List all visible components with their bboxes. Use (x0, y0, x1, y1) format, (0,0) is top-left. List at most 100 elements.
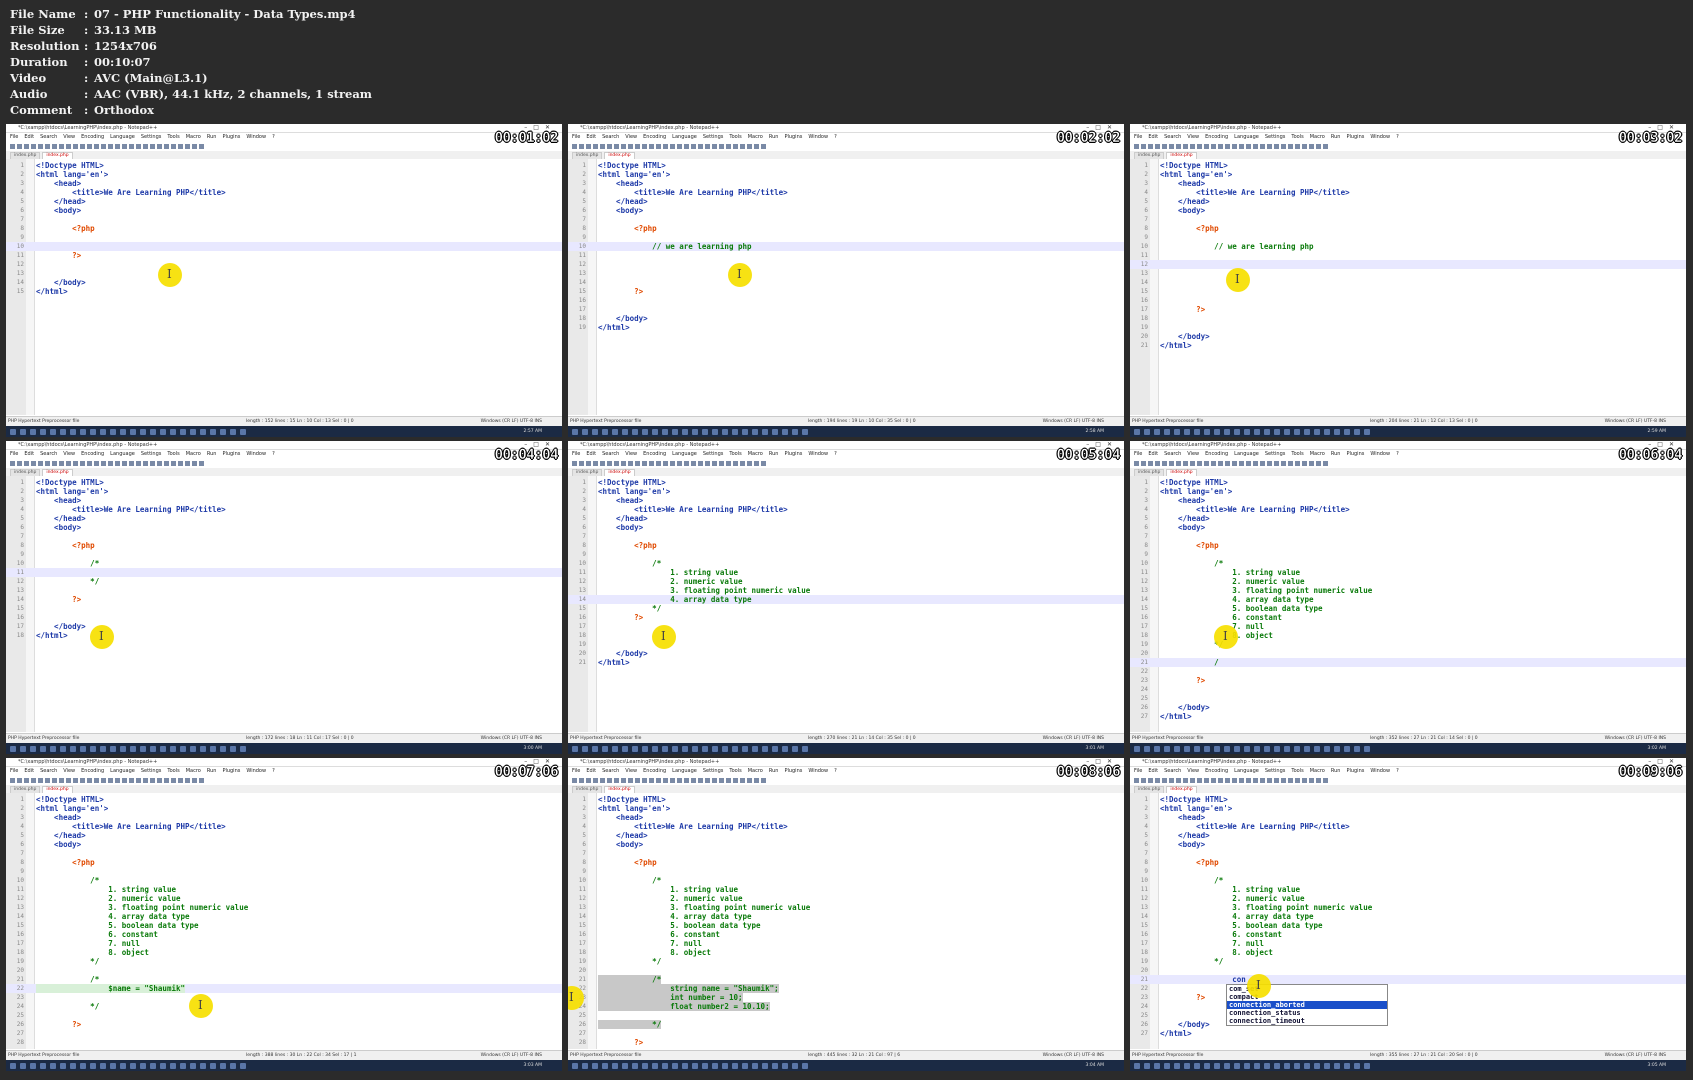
file-tab[interactable]: index.php (1166, 152, 1197, 159)
toolbar-icon[interactable] (1183, 778, 1188, 783)
toolbar-icon[interactable] (136, 461, 141, 466)
menu-item[interactable]: Language (110, 768, 135, 774)
toolbar-icon[interactable] (122, 144, 127, 149)
toolbar-icon[interactable] (129, 778, 134, 783)
code-line[interactable]: 8 <?php (6, 858, 562, 867)
taskbar-icon[interactable] (1164, 428, 1170, 435)
toolbar-icon[interactable] (80, 461, 85, 466)
code-line[interactable]: 25 (568, 1011, 1124, 1020)
code-line[interactable]: 14 </body> (6, 278, 562, 287)
code-line[interactable]: 9 (1130, 233, 1686, 242)
code-line[interactable]: 10 /* (1130, 559, 1686, 568)
file-tab[interactable]: index.php (572, 469, 603, 476)
code-line[interactable]: 21 /* (6, 975, 562, 984)
menu-item[interactable]: File (1134, 134, 1142, 140)
toolbar-icon[interactable] (1204, 778, 1209, 783)
taskbar-icon[interactable] (1154, 1062, 1160, 1069)
toolbar-icon[interactable] (684, 461, 689, 466)
menu-item[interactable]: Run (207, 768, 217, 774)
menu-item[interactable]: Window (246, 451, 266, 457)
menu-item[interactable]: File (1134, 768, 1142, 774)
menu-item[interactable]: Encoding (1205, 451, 1228, 457)
code-line[interactable]: 18 8. object (1130, 948, 1686, 957)
toolbar-icon[interactable] (1267, 461, 1272, 466)
menu-item[interactable]: Edit (586, 768, 596, 774)
toolbar-icon[interactable] (621, 778, 626, 783)
code-line[interactable]: 17 </body> (6, 622, 562, 631)
menu-item[interactable]: Edit (24, 451, 34, 457)
toolbar-icon[interactable] (1288, 461, 1293, 466)
code-line[interactable]: 3 <head> (568, 496, 1124, 505)
taskbar-icon[interactable] (702, 1062, 708, 1069)
code-line[interactable]: 13 3. floating point numeric value (1130, 586, 1686, 595)
code-line[interactable]: 7 (1130, 532, 1686, 541)
code-line[interactable]: 25 (6, 1011, 562, 1020)
code-line[interactable]: 17 7. null (1130, 939, 1686, 948)
code-line[interactable]: 28 (6, 1038, 562, 1047)
taskbar-icon[interactable] (1264, 428, 1270, 435)
taskbar-icon[interactable] (80, 1062, 86, 1069)
taskbar-icon[interactable] (1174, 745, 1180, 752)
taskbar-icon[interactable] (782, 1062, 788, 1069)
code-line[interactable]: 6 <body> (6, 206, 562, 215)
taskbar-icon[interactable] (1344, 745, 1350, 752)
code-line[interactable]: 23 ?> (1130, 993, 1686, 1002)
taskbar-icon[interactable] (632, 1062, 638, 1069)
code-line[interactable]: 13 (1130, 269, 1686, 278)
toolbar-icon[interactable] (621, 144, 626, 149)
file-tab[interactable]: index.php (42, 469, 73, 476)
toolbar-icon[interactable] (1134, 461, 1139, 466)
menu-item[interactable]: Encoding (81, 134, 104, 140)
toolbar-icon[interactable] (1309, 778, 1314, 783)
toolbar-icon[interactable] (586, 461, 591, 466)
menu-item[interactable]: Encoding (1205, 768, 1228, 774)
taskbar-icon[interactable] (1244, 428, 1250, 435)
taskbar-icon[interactable] (190, 428, 196, 435)
taskbar-icon[interactable] (1194, 1062, 1200, 1069)
code-line[interactable]: 11 ?> (6, 251, 562, 260)
code-line[interactable]: 12 2. numeric value (568, 894, 1124, 903)
taskbar-icon[interactable] (1134, 428, 1140, 435)
taskbar-icon[interactable] (100, 745, 106, 752)
taskbar-icon[interactable] (802, 1062, 808, 1069)
taskbar-icon[interactable] (140, 745, 146, 752)
menu-item[interactable]: Encoding (81, 768, 104, 774)
menu-item[interactable]: Settings (1265, 768, 1286, 774)
taskbar-icon[interactable] (1144, 1062, 1150, 1069)
menu-item[interactable]: Encoding (1205, 134, 1228, 140)
toolbar-icon[interactable] (80, 778, 85, 783)
code-line[interactable]: 24 (1130, 1002, 1686, 1011)
toolbar-icon[interactable] (178, 144, 183, 149)
menu-item[interactable]: Plugins (784, 451, 802, 457)
code-line[interactable]: 15 5. boolean data type (1130, 604, 1686, 613)
taskbar-icon[interactable] (1304, 1062, 1310, 1069)
menu-item[interactable]: Window (246, 134, 266, 140)
menu-item[interactable]: Language (1234, 134, 1259, 140)
code-line[interactable]: 19 (568, 640, 1124, 649)
taskbar-icon[interactable] (602, 745, 608, 752)
taskbar-icon[interactable] (622, 745, 628, 752)
toolbar-icon[interactable] (59, 778, 64, 783)
code-line[interactable]: 10 // we are learning php (1130, 242, 1686, 251)
code-line[interactable]: 2 <html lang='en'> (1130, 804, 1686, 813)
code-line[interactable]: 3 <head> (6, 496, 562, 505)
toolbar-icon[interactable] (726, 778, 731, 783)
toolbar-icon[interactable] (656, 461, 661, 466)
toolbar-icon[interactable] (586, 144, 591, 149)
code-line[interactable]: 16 6. constant (1130, 613, 1686, 622)
taskbar-icon[interactable] (1194, 745, 1200, 752)
taskbar-icon[interactable] (792, 1062, 798, 1069)
taskbar-icon[interactable] (602, 428, 608, 435)
taskbar-icon[interactable] (1334, 1062, 1340, 1069)
toolbar-icon[interactable] (52, 461, 57, 466)
code-line[interactable]: 4 <title>We Are Learning PHP</title> (568, 188, 1124, 197)
toolbar-icon[interactable] (593, 778, 598, 783)
code-line[interactable]: 28 ?> (568, 1038, 1124, 1047)
taskbar-icon[interactable] (722, 1062, 728, 1069)
menu-item[interactable]: Settings (1265, 451, 1286, 457)
taskbar-icon[interactable] (90, 428, 96, 435)
toolbar-icon[interactable] (1309, 144, 1314, 149)
taskbar-icon[interactable] (622, 1062, 628, 1069)
menu-item[interactable]: View (63, 451, 75, 457)
code-editor[interactable]: 1 <!Doctype HTML> 2 <html lang='en'> 3 <head… (6, 159, 562, 415)
